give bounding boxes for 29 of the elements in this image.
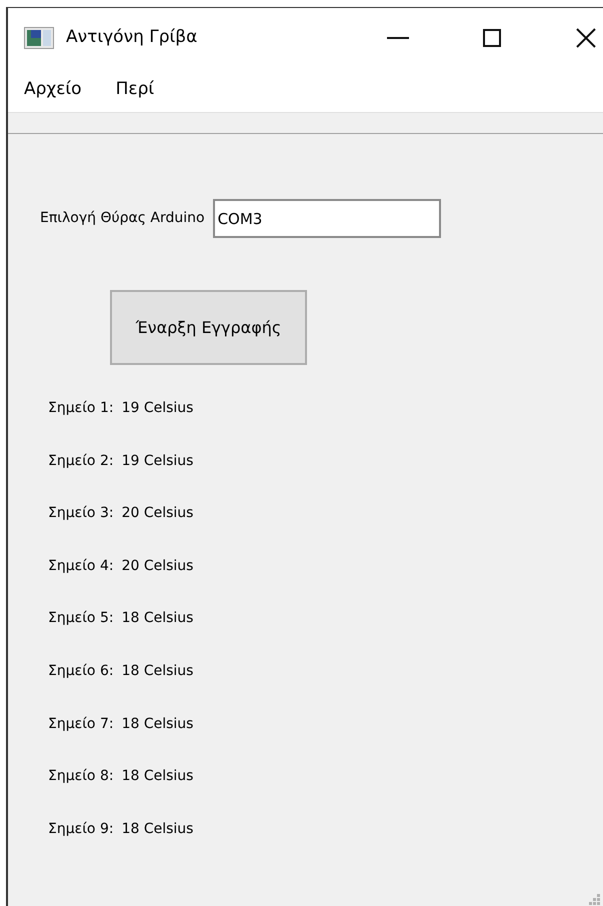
maximize-icon xyxy=(483,29,501,47)
start-recording-button[interactable]: Έναρξη Εγγραφής xyxy=(110,290,307,365)
point-label: Σημείο 8: xyxy=(48,767,114,786)
point-label: Σημείο 6: xyxy=(48,662,114,681)
temperature-value: 18 Celsius xyxy=(122,714,194,734)
point-label: Σημείο 2: xyxy=(48,452,114,471)
temperature-value: 18 Celsius xyxy=(122,820,194,839)
temperature-value: 18 Celsius xyxy=(122,662,194,681)
menu-item[interactable]: Αρχείο xyxy=(24,77,82,103)
resize-grip-icon xyxy=(589,894,601,906)
temperature-value: 20 Celsius xyxy=(122,504,194,524)
point-label: Σημείο 1: xyxy=(48,399,114,418)
temperature-value: 18 Celsius xyxy=(122,609,194,628)
menu-item[interactable]: Περί xyxy=(116,77,154,103)
point-label: Σημείο 7: xyxy=(48,714,114,734)
port-field[interactable]: COM3 xyxy=(212,199,441,238)
app-icon xyxy=(24,27,54,49)
temperature-value: 20 Celsius xyxy=(122,556,194,576)
point-label: Σημείο 3: xyxy=(48,504,114,524)
point-label: Σημείο 9: xyxy=(48,820,114,839)
temperature-value: 19 Celsius xyxy=(122,399,194,418)
port-label: Επιλογή Θύρας Arduino xyxy=(40,209,205,228)
close-icon xyxy=(576,28,596,48)
window-title: Αντιγόνη Γρίβα xyxy=(66,26,198,50)
temperature-value: 18 Celsius xyxy=(122,767,194,786)
minimize-icon xyxy=(387,37,409,39)
point-label: Σημείο 4: xyxy=(48,556,114,576)
temperature-value: 19 Celsius xyxy=(122,452,194,471)
point-label: Σημείο 5: xyxy=(48,609,114,628)
